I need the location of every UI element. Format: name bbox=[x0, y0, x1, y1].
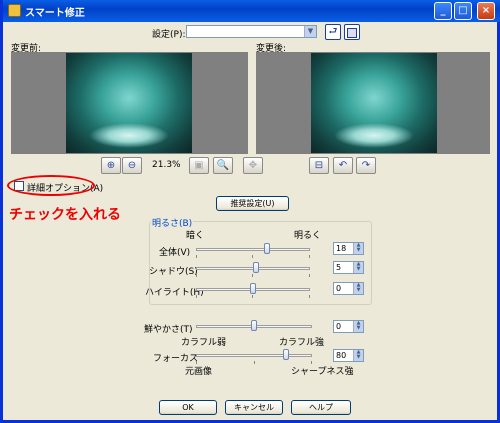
tick bbox=[254, 361, 255, 364]
title-bar: スマート修正 _ □ × bbox=[3, 0, 500, 22]
maximize-button[interactable]: □ bbox=[454, 2, 472, 20]
cancel-button[interactable]: キャンセル bbox=[225, 400, 283, 415]
spin-arrows-icon[interactable]: ▲ ▼ bbox=[353, 283, 363, 294]
focus-label: フォーカス bbox=[153, 354, 199, 364]
shadow-label: シャドウ(S) bbox=[149, 267, 198, 277]
highlight-spin[interactable]: 0 ▲ ▼ bbox=[333, 282, 364, 295]
tick bbox=[252, 295, 253, 298]
chevron-down-icon: ▼ bbox=[304, 26, 316, 37]
tick bbox=[309, 274, 310, 277]
overall-value: 18 bbox=[336, 244, 347, 253]
rotate-right-icon: ↷ bbox=[361, 160, 371, 171]
settings-label: 設定(P): bbox=[152, 30, 186, 40]
spin-arrows-icon[interactable]: ▲ ▼ bbox=[353, 262, 363, 273]
bright-label: 明るく bbox=[294, 231, 322, 241]
tick bbox=[252, 255, 253, 258]
close-button[interactable]: × bbox=[477, 2, 495, 20]
spin-arrows-icon[interactable]: ▲ ▼ bbox=[353, 243, 363, 254]
load-arrow-icon: ⮐ bbox=[328, 26, 338, 37]
help-button[interactable]: ヘルプ bbox=[291, 400, 351, 415]
recommend-button[interactable]: 推奨設定(U) bbox=[216, 196, 289, 211]
focus-slider-track[interactable] bbox=[196, 354, 312, 357]
spin-arrows-icon[interactable]: ▲ ▼ bbox=[353, 350, 363, 361]
load-settings-button[interactable]: ⮐ bbox=[325, 24, 341, 40]
zoom-out-button[interactable]: ⊖ bbox=[122, 157, 142, 174]
shadow-slider-thumb[interactable] bbox=[253, 262, 259, 273]
after-preview bbox=[256, 52, 490, 154]
saturation-spin[interactable]: 0 ▲ ▼ bbox=[333, 320, 364, 333]
focus-spin[interactable]: 80 ▲ ▼ bbox=[333, 349, 364, 362]
after-photo bbox=[311, 53, 437, 153]
overall-label: 全体(V) bbox=[159, 248, 191, 258]
saturation-value: 0 bbox=[336, 322, 342, 331]
split-view-button[interactable]: ⊟ bbox=[309, 157, 329, 174]
overall-slider-track[interactable] bbox=[196, 248, 310, 251]
annotation-text: チェックを入れる bbox=[9, 207, 121, 223]
sharpness-strong-label: シャープネス強 bbox=[291, 367, 354, 377]
overall-spin[interactable]: 18 ▲ ▼ bbox=[333, 242, 364, 255]
split-view-icon: ⊟ bbox=[314, 160, 324, 171]
colorful-weak-label: カラフル弱 bbox=[181, 338, 227, 348]
shadow-spin[interactable]: 5 ▲ ▼ bbox=[333, 261, 364, 274]
rotate-left-button[interactable]: ↶ bbox=[333, 157, 353, 174]
dark-label: 暗く bbox=[186, 231, 205, 241]
highlight-label: ハイライト(H) bbox=[145, 288, 204, 298]
tick bbox=[309, 255, 310, 258]
magnifier-icon: 🔍 bbox=[216, 160, 230, 171]
zoom-in-button[interactable]: ⊕ bbox=[101, 157, 121, 174]
before-photo bbox=[66, 53, 192, 153]
highlight-value: 0 bbox=[336, 284, 342, 293]
annotation-ellipse bbox=[7, 175, 95, 196]
smart-fix-dialog: スマート修正 _ □ × 設定(P): ▼ ⮐ 変更前: 変更後: ⊕ ⊖ 21… bbox=[0, 0, 500, 423]
highlight-slider-thumb[interactable] bbox=[250, 283, 256, 294]
window-title: スマート修正 bbox=[25, 8, 85, 19]
spin-arrows-icon[interactable]: ▲ ▼ bbox=[353, 321, 363, 332]
save-disk-icon bbox=[347, 28, 357, 38]
zoom-in-icon: ⊕ bbox=[106, 160, 116, 171]
settings-combo-value bbox=[187, 26, 189, 36]
saturation-slider-thumb[interactable] bbox=[251, 320, 257, 331]
focus-slider-thumb[interactable] bbox=[283, 349, 289, 360]
zoom-level: 21.3% bbox=[152, 160, 181, 170]
overall-slider-thumb[interactable] bbox=[264, 243, 270, 254]
original-image-label: 元画像 bbox=[185, 367, 213, 377]
rotate-right-button[interactable]: ↷ bbox=[356, 157, 376, 174]
fit-icon: ▣ bbox=[194, 160, 204, 171]
before-preview bbox=[11, 52, 248, 154]
pan-button: ✥ bbox=[243, 157, 263, 174]
settings-combo[interactable]: ▼ bbox=[186, 25, 317, 38]
tick bbox=[196, 255, 197, 258]
minimize-button[interactable]: _ bbox=[434, 2, 452, 20]
tick bbox=[196, 274, 197, 277]
colorful-strong-label: カラフル強 bbox=[279, 338, 325, 348]
saturation-label: 鮮やかさ(T) bbox=[144, 325, 193, 335]
fit-button: ▣ bbox=[189, 157, 209, 174]
rotate-left-icon: ↶ bbox=[338, 160, 348, 171]
focus-value: 80 bbox=[336, 351, 347, 360]
move-icon: ✥ bbox=[248, 160, 258, 171]
zoom-tool-button[interactable]: 🔍 bbox=[213, 157, 233, 174]
app-icon bbox=[8, 4, 21, 17]
zoom-out-icon: ⊖ bbox=[127, 160, 137, 171]
save-settings-button[interactable] bbox=[344, 24, 360, 40]
tick bbox=[196, 295, 197, 298]
tick bbox=[252, 274, 253, 277]
tick bbox=[309, 295, 310, 298]
ok-button[interactable]: OK bbox=[159, 400, 217, 415]
shadow-value: 5 bbox=[336, 263, 342, 272]
